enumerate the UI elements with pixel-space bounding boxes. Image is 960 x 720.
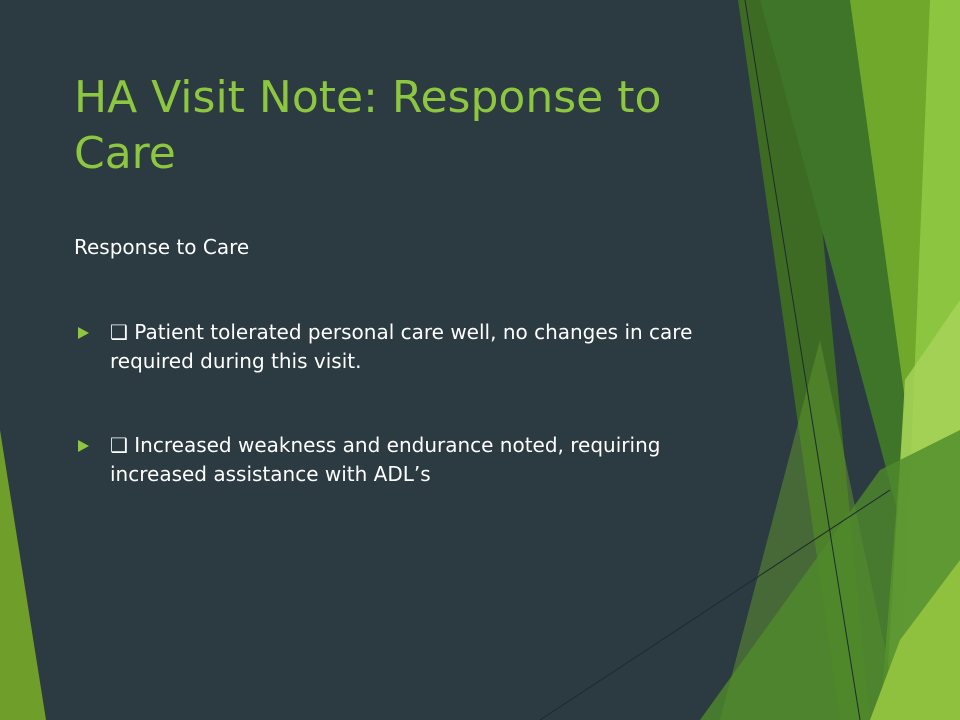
bullet-item: ❑ Increased weakness and endurance noted… [74, 431, 714, 489]
bullet-item: ❑ Patient tolerated personal care well, … [74, 318, 714, 376]
slide-subtitle: Response to Care [74, 235, 250, 259]
slide-title: HA Visit Note: Response to Care [74, 72, 662, 179]
triangle-bullet-icon [78, 440, 89, 452]
triangle-bullet-icon [78, 327, 89, 339]
bullet-text: ❑ Increased weakness and endurance noted… [110, 433, 661, 486]
bullet-text: ❑ Patient tolerated personal care well, … [110, 320, 693, 373]
left-facet [0, 430, 46, 720]
slide: HA Visit Note: Response to Care Response… [0, 0, 960, 720]
